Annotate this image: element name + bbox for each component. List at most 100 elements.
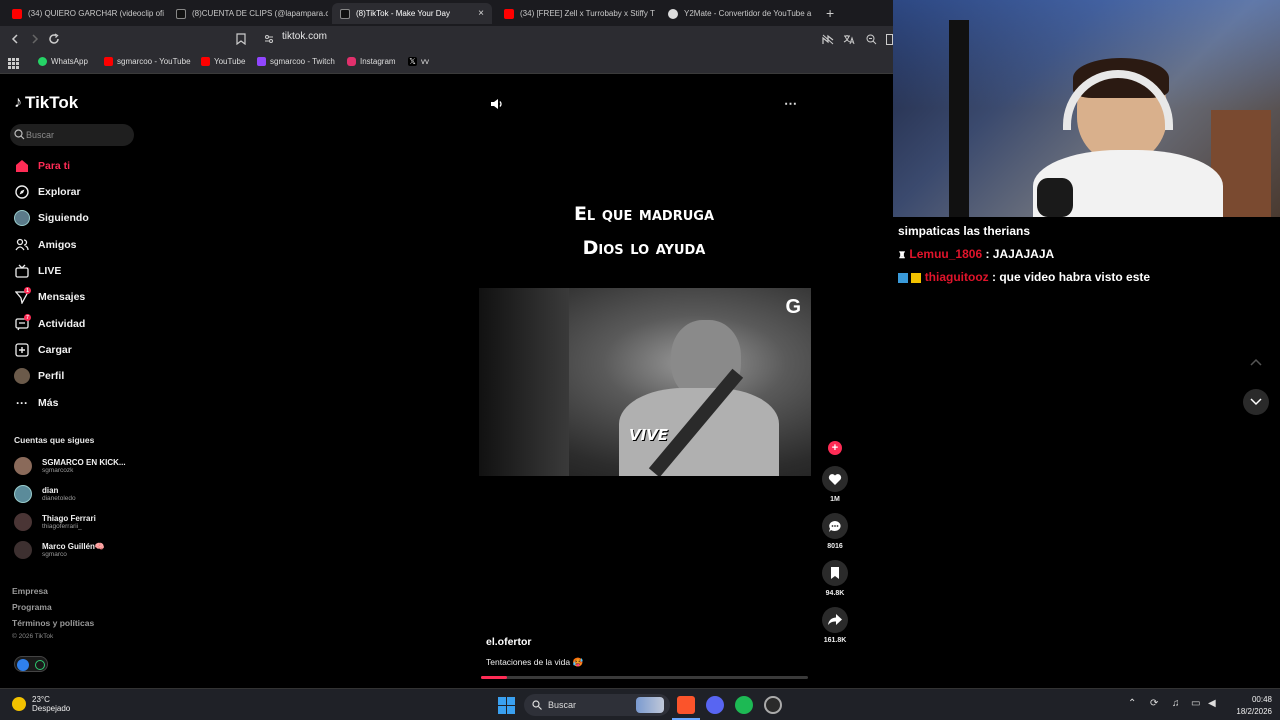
steam-icon[interactable] <box>764 696 782 714</box>
nav-live[interactable]: LIVE <box>14 263 61 279</box>
avatar <box>14 541 32 559</box>
tab-title: (34) QUIERO GARCH4R (videoclip ofi <box>28 9 164 18</box>
activity-badge: 7 <box>24 314 31 321</box>
like-count: 1M <box>830 496 840 503</box>
video-author[interactable]: el.ofertor <box>486 636 532 648</box>
chat-message: thiaguitooz : que video habra visto este <box>898 270 1150 284</box>
brave-browser-icon[interactable] <box>677 696 695 714</box>
nav-mas[interactable]: ··· Más <box>14 395 58 411</box>
bookmark-whatsapp[interactable]: WhatsApp <box>38 57 88 66</box>
tab-y2mate[interactable]: Y2Mate - Convertidor de YouTube a <box>660 3 820 24</box>
nav-para-ti[interactable]: Para ti <box>14 158 70 174</box>
windows-taskbar: 23°C Despejado Buscar ⌃ ⟳ ♫ ▭ ◀ 00:48 18… <box>0 688 1280 720</box>
sidebar-panel-icon[interactable] <box>886 34 893 45</box>
close-tab-icon[interactable]: × <box>478 8 484 19</box>
reload-icon[interactable] <box>48 33 60 45</box>
save-button[interactable]: 94.8K <box>820 560 850 597</box>
nav-cargar[interactable]: Cargar <box>14 342 72 358</box>
forward-icon[interactable] <box>29 33 41 45</box>
upload-icon <box>14 342 30 358</box>
weather-desc: Despejado <box>32 704 71 713</box>
discord-icon[interactable] <box>706 696 724 714</box>
tiktok-logo[interactable]: ♪ TikTok <box>14 93 78 113</box>
spotify-icon[interactable] <box>735 696 753 714</box>
car-window <box>479 288 569 476</box>
video-caption-line2: Dios lo ayuda <box>582 237 706 259</box>
following-account[interactable]: Marco Guillén🧠 sgmarco <box>14 541 105 559</box>
follow-creator-button[interactable]: + <box>820 441 850 455</box>
tiktok-note-icon: ♪ <box>14 94 22 111</box>
system-clock[interactable]: 00:48 18/2/2026 <box>1224 694 1272 718</box>
youtube-icon <box>12 8 22 19</box>
weather-temp: 23°C <box>32 695 50 704</box>
messages-badge: 1 <box>24 287 31 294</box>
video-overlay-text: VIVE <box>629 426 669 444</box>
microphone-icon[interactable]: ♫ <box>1172 698 1180 709</box>
nav-amigos[interactable]: Amigos <box>14 237 77 253</box>
chat-username[interactable]: thiaguitooz <box>925 270 989 284</box>
bookmark-youtube[interactable]: YouTube <box>201 57 245 66</box>
crown-icon <box>911 272 922 283</box>
following-account[interactable]: Thiago Ferrari thiagoferrarii_ <box>14 513 96 531</box>
following-account[interactable]: dian dianetoledo <box>14 485 76 503</box>
nav-perfil[interactable]: Perfil <box>14 368 64 384</box>
arrow-icon <box>17 659 29 671</box>
weather-widget[interactable]: 23°C Despejado <box>12 695 70 713</box>
search-input[interactable]: Buscar <box>10 124 134 146</box>
tray-overflow-icon[interactable]: ⌃ <box>1128 698 1136 709</box>
bookmark-page-icon[interactable] <box>236 33 246 45</box>
display-icon[interactable]: ▭ <box>1191 698 1200 709</box>
apps-grid-icon[interactable] <box>8 58 19 69</box>
taskbar-search[interactable]: Buscar <box>524 694 670 716</box>
chat-username[interactable]: Lemuu_1806 <box>909 247 982 261</box>
avatar <box>14 485 32 503</box>
chevron-up-icon <box>1250 358 1262 366</box>
nav-siguiendo[interactable]: Siguiendo <box>14 210 89 226</box>
nav-mensajes[interactable]: 1 Mensajes <box>14 287 85 305</box>
tab-youtube-free[interactable]: (34) [FREE] Zell x Turrobaby x Stiffy T <box>496 3 656 24</box>
bookmark-vv[interactable]: 𝕏vv <box>408 57 429 66</box>
back-icon[interactable] <box>9 33 21 45</box>
translate-icon[interactable] <box>843 34 855 45</box>
theme-toggle[interactable] <box>14 656 48 672</box>
save-count: 94.8K <box>825 590 845 597</box>
zoom-icon[interactable] <box>866 34 877 45</box>
activity-icon: 7 <box>14 314 31 332</box>
footer-link-empresa[interactable]: Empresa <box>12 586 48 596</box>
bookmark-instagram[interactable]: Instagram <box>347 57 396 66</box>
scroll-down-button[interactable] <box>1243 389 1269 415</box>
scroll-up-button[interactable] <box>1243 349 1269 375</box>
bookmark-sgmarcoo-twitch[interactable]: sgmarcoo - Twitch <box>257 57 335 66</box>
following-account[interactable]: SGMARCO EN KICK... sgmarcozk <box>14 457 126 475</box>
tiktok-icon <box>340 8 350 19</box>
volume-icon[interactable] <box>490 97 504 111</box>
footer-link-terminos[interactable]: Términos y políticas <box>12 618 94 628</box>
video-more-options[interactable]: ⋯ <box>784 96 797 112</box>
tab-tiktok-active[interactable]: (8)TikTok - Make Your Day × <box>332 3 492 24</box>
live-icon <box>14 263 30 279</box>
windows-start-icon[interactable] <box>498 697 515 714</box>
tab-tiktok-clips[interactable]: (8)CUENTA DE CLIPS (@lapampara.cl <box>168 3 328 24</box>
url-field[interactable]: tiktok.com <box>282 31 327 42</box>
nav-actividad[interactable]: 7 Actividad <box>14 314 85 332</box>
footer-link-programa[interactable]: Programa <box>12 602 52 612</box>
video-player[interactable]: VIVE G <box>479 288 811 476</box>
bookmark-sgmarcoo-youtube[interactable]: sgmarcoo - YouTube <box>104 57 191 66</box>
friends-icon <box>14 237 30 253</box>
tab-youtube-quiero[interactable]: (34) QUIERO GARCH4R (videoclip ofi <box>4 3 164 24</box>
profile-avatar-icon <box>14 368 30 384</box>
video-progress-bar[interactable] <box>481 676 808 679</box>
nav-explorar[interactable]: Explorar <box>14 184 81 200</box>
share-count: 161.8K <box>823 637 847 644</box>
comment-button[interactable]: 8016 <box>820 513 850 550</box>
new-tab-button[interactable]: + <box>826 5 834 21</box>
avatar <box>14 513 32 531</box>
video-caption-line1: El que madruga <box>573 203 715 225</box>
speaker-icon[interactable]: ◀ <box>1208 698 1216 709</box>
like-button[interactable]: 1M <box>820 466 850 503</box>
network-sync-icon[interactable]: ⟳ <box>1150 698 1158 709</box>
share-button[interactable]: 161.8K <box>820 607 850 644</box>
no-tracking-icon[interactable] <box>822 34 834 45</box>
browser-tab-bar: (34) QUIERO GARCH4R (videoclip ofi (8)CU… <box>0 0 893 26</box>
site-settings-icon[interactable] <box>264 34 274 44</box>
